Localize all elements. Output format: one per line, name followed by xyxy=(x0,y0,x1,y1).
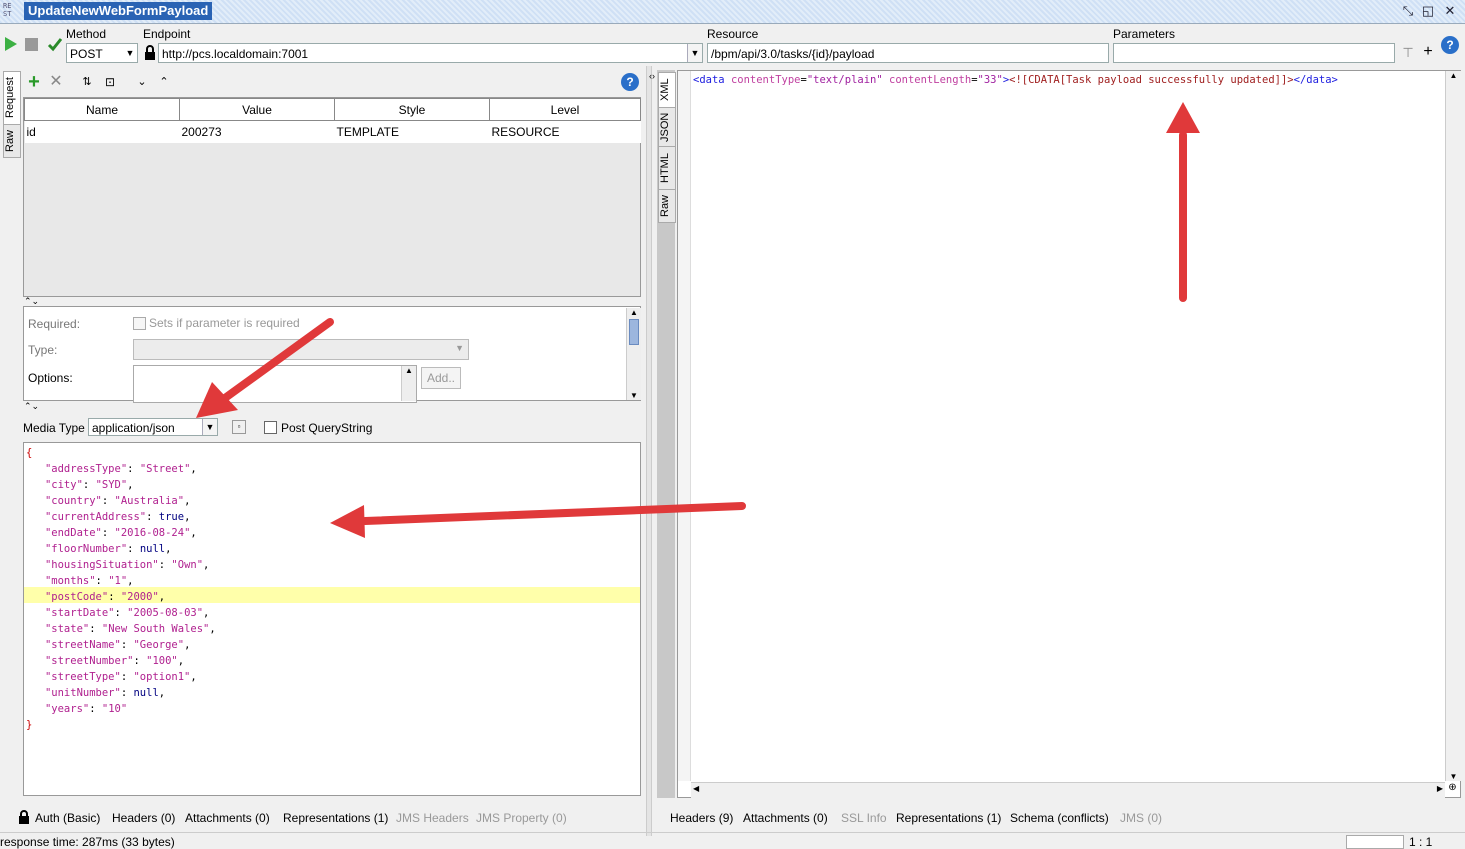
annotation-arrows xyxy=(196,102,1200,538)
arrow-to-media-type xyxy=(196,318,334,418)
arrow-to-request-body xyxy=(330,502,746,538)
arrow-to-response xyxy=(1166,102,1200,302)
